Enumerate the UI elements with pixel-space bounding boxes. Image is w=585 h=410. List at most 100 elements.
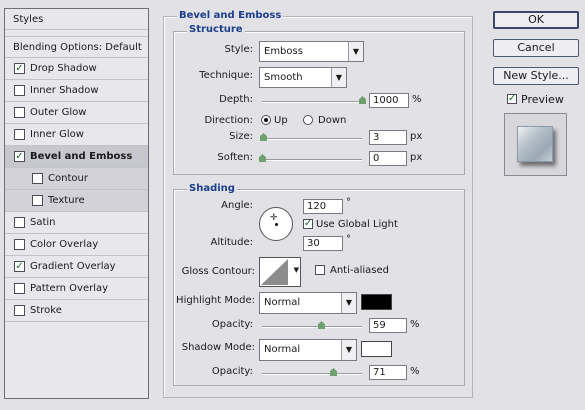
direction-label: Direction: bbox=[204, 115, 253, 126]
size-input[interactable]: 3 bbox=[369, 130, 407, 145]
style-checkbox[interactable] bbox=[14, 85, 25, 96]
style-item-texture[interactable]: Texture bbox=[5, 190, 148, 212]
depth-label: Depth: bbox=[219, 94, 253, 105]
soften-slider-track[interactable] bbox=[262, 159, 362, 161]
shading-title: Shading bbox=[187, 183, 237, 194]
style-item-contour[interactable]: Contour bbox=[5, 168, 148, 190]
style-item-label: Pattern Overlay bbox=[30, 283, 109, 294]
chevron-down-icon: ▼ bbox=[331, 68, 346, 87]
chevron-down-icon: ▼ bbox=[341, 293, 356, 313]
style-item-color-overlay[interactable]: Color Overlay bbox=[5, 234, 148, 256]
dial-center-dot bbox=[275, 223, 278, 226]
style-item-satin[interactable]: Satin bbox=[5, 212, 148, 234]
depth-unit: % bbox=[412, 94, 422, 105]
shadow-opacity-unit: % bbox=[410, 366, 420, 377]
soften-input[interactable]: 0 bbox=[369, 151, 407, 166]
new-style-button[interactable]: New Style... bbox=[493, 67, 579, 85]
size-label: Size: bbox=[229, 131, 253, 142]
style-checkbox[interactable] bbox=[14, 129, 25, 140]
shadow-opacity-label: Opacity: bbox=[211, 366, 253, 377]
style-item-stroke[interactable]: Stroke bbox=[5, 300, 148, 322]
highlight-mode-dropdown[interactable]: Normal ▼ bbox=[259, 292, 357, 314]
direction-up-radio[interactable] bbox=[261, 115, 271, 125]
highlight-mode-value: Normal bbox=[264, 297, 301, 308]
direction-up-label[interactable]: Up bbox=[274, 115, 288, 126]
style-checkbox[interactable]: ✓ bbox=[14, 151, 25, 162]
direction-down-radio[interactable] bbox=[303, 115, 313, 125]
contour-curve-icon bbox=[261, 259, 288, 285]
blending-options-label: Blending Options: Default bbox=[13, 41, 142, 53]
gloss-contour-picker[interactable]: ▼ bbox=[259, 257, 301, 287]
style-item-label: Contour bbox=[48, 173, 88, 184]
style-checkbox[interactable] bbox=[14, 283, 25, 294]
preview-label[interactable]: Preview bbox=[521, 93, 564, 106]
blending-options-item[interactable]: Blending Options: Default bbox=[5, 36, 148, 58]
style-item-label: Inner Glow bbox=[30, 129, 84, 140]
shadow-opacity-input[interactable]: 71 bbox=[369, 365, 407, 380]
angle-dial[interactable]: ✛ bbox=[259, 207, 293, 241]
technique-dropdown[interactable]: Smooth ▼ bbox=[259, 67, 347, 88]
style-item-bevel-and-emboss[interactable]: ✓ Bevel and Emboss bbox=[5, 146, 148, 168]
soften-label: Soften: bbox=[217, 152, 253, 163]
highlight-opacity-input[interactable]: 59 bbox=[369, 318, 407, 333]
angle-input[interactable]: 120 bbox=[303, 199, 343, 214]
style-checkbox[interactable] bbox=[32, 195, 43, 206]
style-item-pattern-overlay[interactable]: Pattern Overlay bbox=[5, 278, 148, 300]
chevron-down-icon: ▼ bbox=[293, 266, 299, 274]
use-global-light-label[interactable]: Use Global Light bbox=[316, 219, 398, 230]
altitude-unit: ° bbox=[346, 234, 351, 245]
highlight-color-swatch[interactable] bbox=[361, 294, 392, 310]
style-item-outer-glow[interactable]: Outer Glow bbox=[5, 102, 148, 124]
anti-aliased-label[interactable]: Anti-aliased bbox=[330, 265, 389, 276]
use-global-light-checkbox[interactable]: ✓ bbox=[303, 219, 313, 229]
style-checkbox[interactable] bbox=[32, 173, 43, 184]
technique-label: Technique: bbox=[199, 70, 253, 81]
style-checkbox[interactable]: ✓ bbox=[14, 261, 25, 272]
style-item-label: Outer Glow bbox=[30, 107, 87, 118]
angle-crosshair-icon: ✛ bbox=[270, 213, 278, 223]
style-item-inner-shadow[interactable]: Inner Shadow bbox=[5, 80, 148, 102]
highlight-opacity-label: Opacity: bbox=[211, 319, 253, 330]
shadow-mode-value: Normal bbox=[264, 344, 301, 355]
size-slider-track[interactable] bbox=[262, 138, 362, 140]
highlight-opacity-unit: % bbox=[410, 319, 420, 330]
style-dropdown-value: Emboss bbox=[264, 46, 303, 57]
shadow-color-swatch[interactable] bbox=[361, 341, 392, 357]
ok-button[interactable]: OK bbox=[493, 11, 579, 29]
style-item-label: Gradient Overlay bbox=[30, 261, 116, 272]
style-checkbox[interactable]: ✓ bbox=[14, 63, 25, 74]
shadow-mode-label: Shadow Mode: bbox=[181, 342, 255, 353]
shadow-opacity-track[interactable] bbox=[262, 373, 362, 375]
check-icon: ✓ bbox=[15, 151, 24, 162]
shadow-mode-dropdown[interactable]: Normal ▼ bbox=[259, 339, 357, 361]
preview-checkbox[interactable]: ✓ bbox=[507, 94, 517, 104]
style-checkbox[interactable] bbox=[14, 305, 25, 316]
style-item-label: Color Overlay bbox=[30, 239, 99, 250]
style-item-label: Bevel and Emboss bbox=[30, 151, 133, 162]
style-item-drop-shadow[interactable]: ✓ Drop Shadow bbox=[5, 58, 148, 80]
style-checkbox[interactable] bbox=[14, 217, 25, 228]
cancel-button[interactable]: Cancel bbox=[493, 39, 579, 57]
soften-unit: px bbox=[410, 152, 423, 163]
style-checkbox[interactable] bbox=[14, 107, 25, 118]
depth-input[interactable]: 1000 bbox=[369, 93, 409, 108]
depth-slider-track[interactable] bbox=[262, 101, 366, 103]
check-icon: ✓ bbox=[15, 63, 24, 74]
style-item-label: Drop Shadow bbox=[30, 63, 97, 74]
angle-label: Angle: bbox=[221, 200, 253, 211]
direction-down-label[interactable]: Down bbox=[318, 115, 346, 126]
altitude-input[interactable]: 30 bbox=[303, 236, 343, 251]
style-checkbox[interactable] bbox=[14, 239, 25, 250]
style-item-inner-glow[interactable]: Inner Glow bbox=[5, 124, 148, 146]
style-item-label: Satin bbox=[30, 217, 56, 228]
style-preview bbox=[504, 113, 567, 176]
check-icon: ✓ bbox=[15, 261, 24, 272]
check-icon: ✓ bbox=[304, 218, 313, 229]
highlight-opacity-track[interactable] bbox=[262, 326, 362, 328]
chevron-down-icon: ▼ bbox=[348, 42, 363, 61]
style-item-gradient-overlay[interactable]: ✓ Gradient Overlay bbox=[5, 256, 148, 278]
anti-aliased-checkbox[interactable] bbox=[315, 265, 325, 275]
style-dropdown[interactable]: Emboss ▼ bbox=[259, 41, 364, 62]
styles-header[interactable]: Styles bbox=[5, 9, 148, 30]
angle-unit: ° bbox=[346, 197, 351, 208]
